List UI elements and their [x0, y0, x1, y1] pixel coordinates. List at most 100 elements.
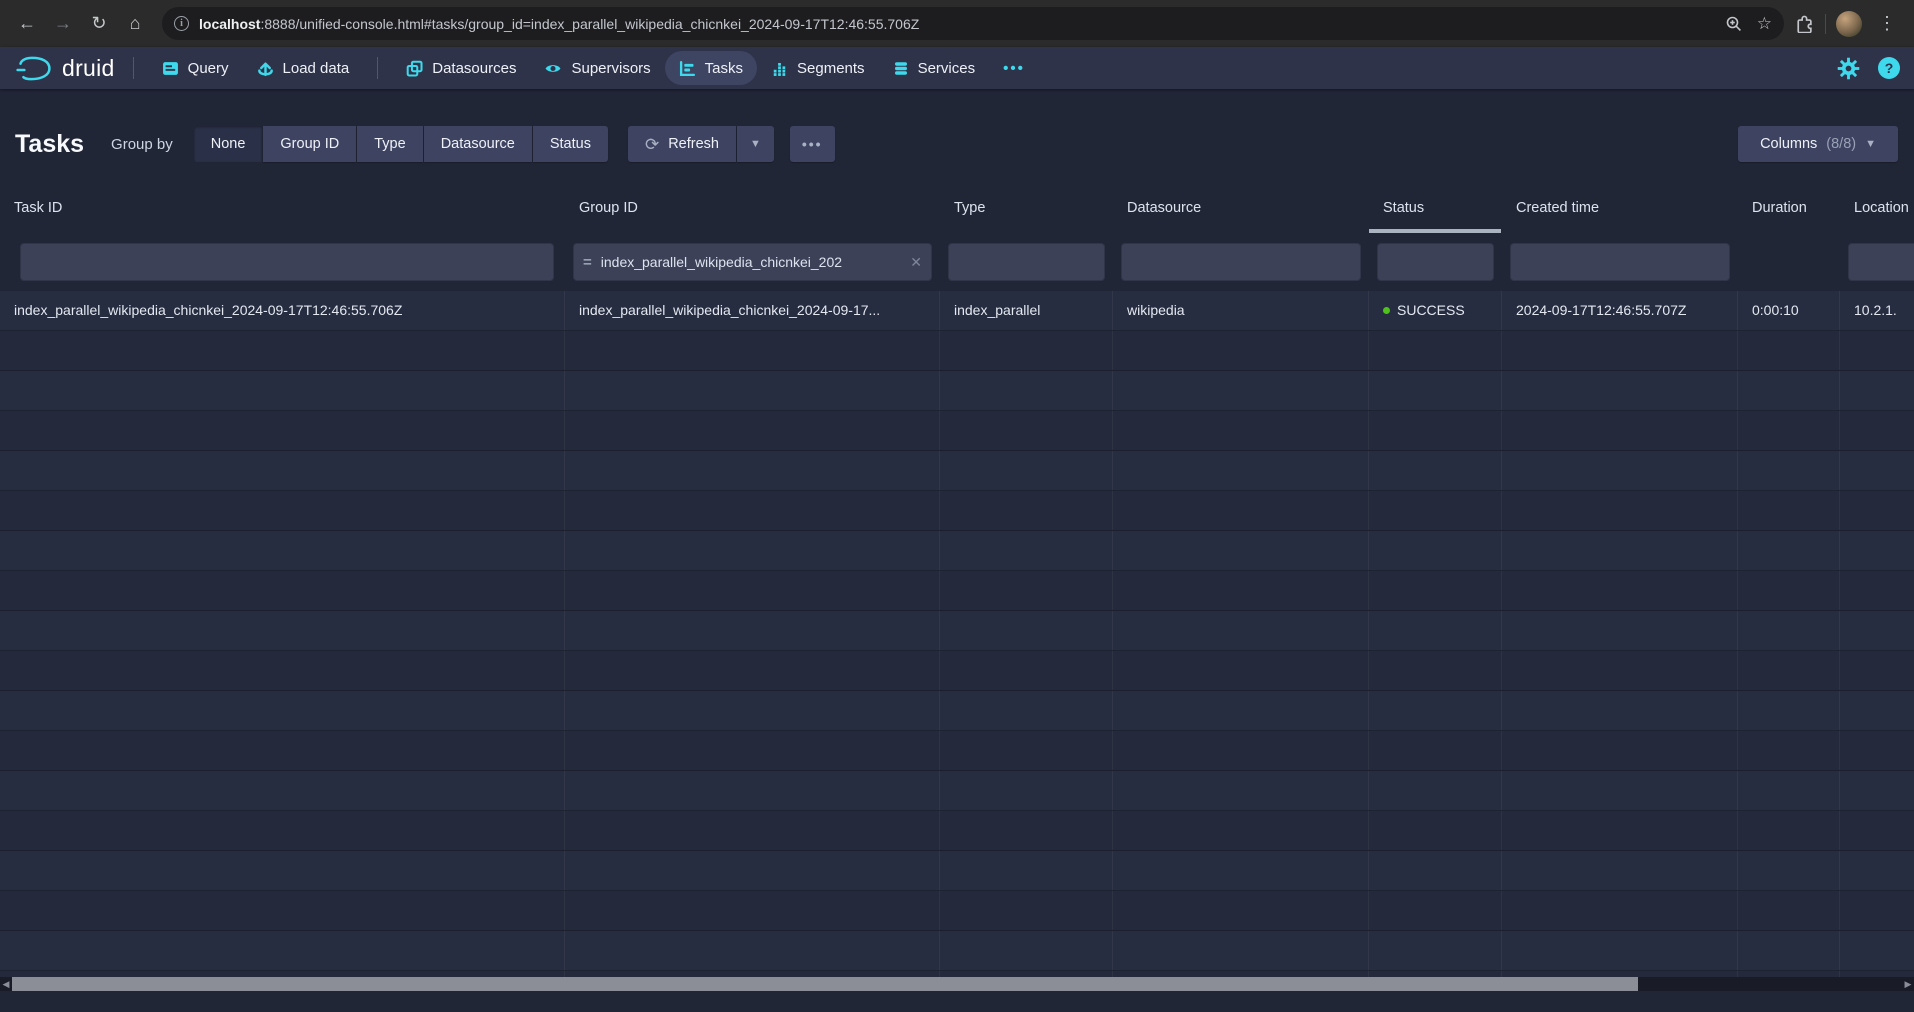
- cell-type: [940, 931, 1113, 970]
- zoom-icon[interactable]: [1725, 15, 1743, 33]
- cell-group_id: [565, 451, 940, 490]
- column-header-location[interactable]: Location: [1840, 188, 1914, 233]
- cell-datasource: [1113, 491, 1369, 530]
- group-by-group-id-button[interactable]: Group ID: [263, 126, 356, 162]
- cell-duration: [1738, 651, 1840, 690]
- more-actions-button[interactable]: •••: [790, 126, 835, 162]
- nav-item-segments[interactable]: Segments: [757, 51, 879, 85]
- site-info-icon[interactable]: i: [174, 16, 189, 31]
- cell-status: [1369, 651, 1502, 690]
- scrollbar-thumb[interactable]: [12, 977, 1638, 991]
- cell-duration: 0:00:10: [1738, 291, 1840, 330]
- filter-input-created_time[interactable]: [1510, 243, 1730, 281]
- filter-input-type[interactable]: [948, 243, 1105, 281]
- filter-input-location[interactable]: [1848, 243, 1914, 281]
- console-icon: [162, 60, 179, 77]
- browser-forward-icon[interactable]: →: [48, 9, 78, 39]
- nav-item-supervisors[interactable]: Supervisors: [530, 51, 664, 85]
- druid-logo[interactable]: druid: [14, 55, 119, 82]
- nav-item-tasks[interactable]: Tasks: [665, 51, 757, 85]
- nav-item-query[interactable]: Query: [148, 51, 243, 85]
- clear-filter-icon[interactable]: ✕: [910, 254, 922, 271]
- cell-group_id: [565, 411, 940, 450]
- profile-avatar[interactable]: [1836, 11, 1862, 37]
- empty-row: [0, 651, 1914, 691]
- cell-task_id: [0, 771, 565, 810]
- horizontal-scrollbar[interactable]: ◀ ▶: [0, 977, 1914, 991]
- filter-cell-type: [940, 233, 1113, 291]
- filter-input-task_id[interactable]: [20, 243, 554, 281]
- cell-duration: [1738, 691, 1840, 730]
- cell-type: [940, 611, 1113, 650]
- scrollbar-track[interactable]: [1638, 977, 1902, 991]
- cell-duration: [1738, 811, 1840, 850]
- url-text[interactable]: localhost:8888/unified-console.html#task…: [199, 16, 1715, 32]
- nav-item-services[interactable]: Services: [879, 51, 990, 85]
- browser-home-icon[interactable]: ⌂: [120, 9, 150, 39]
- cell-datasource: [1113, 451, 1369, 490]
- cell-status: [1369, 771, 1502, 810]
- browser-back-icon[interactable]: ←: [12, 9, 42, 39]
- refresh-button[interactable]: ⟳ Refresh: [628, 126, 736, 162]
- filter-cell-datasource: [1113, 233, 1369, 291]
- settings-gear-icon[interactable]: [1837, 57, 1860, 80]
- address-bar[interactable]: i localhost:8888/unified-console.html#ta…: [162, 7, 1784, 40]
- columns-dropdown-button[interactable]: Columns (8/8) ▼: [1738, 126, 1898, 162]
- cell-location: [1840, 891, 1914, 930]
- cell-status: [1369, 331, 1502, 370]
- nav-item-label: Segments: [797, 60, 865, 77]
- nav-item-load-data[interactable]: Load data: [243, 51, 364, 85]
- app-header: druid Query Load data Datasources Superv…: [0, 47, 1914, 89]
- nav-more-button[interactable]: •••: [989, 51, 1039, 85]
- nav-item-label: Tasks: [705, 60, 743, 77]
- help-icon[interactable]: ?: [1878, 57, 1900, 79]
- cell-location: 10.2.1.: [1840, 291, 1914, 330]
- filter-input-status[interactable]: [1377, 243, 1494, 281]
- cell-status: [1369, 691, 1502, 730]
- column-header-task_id[interactable]: Task ID: [0, 188, 565, 233]
- cell-status: [1369, 731, 1502, 770]
- chevron-down-icon: ▼: [750, 138, 761, 150]
- cell-type: [940, 691, 1113, 730]
- filter-cell-group_id: =index_parallel_wikipedia_chicnkei_202✕: [565, 233, 940, 291]
- group-by-datasource-button[interactable]: Datasource: [424, 126, 532, 162]
- cell-duration: [1738, 331, 1840, 370]
- bookmark-star-icon[interactable]: ☆: [1757, 14, 1772, 34]
- group-by-type-button[interactable]: Type: [357, 126, 422, 162]
- group-by-none-button[interactable]: None: [194, 126, 263, 162]
- column-header-duration[interactable]: Duration: [1738, 188, 1840, 233]
- nav-item-datasources[interactable]: Datasources: [392, 51, 530, 85]
- browser-reload-icon[interactable]: ↻: [84, 9, 114, 39]
- cell-status: [1369, 611, 1502, 650]
- cell-group_id: [565, 771, 940, 810]
- column-header-label: Task ID: [14, 200, 62, 216]
- browser-menu-icon[interactable]: ⋮: [1872, 9, 1902, 39]
- scroll-right-icon[interactable]: ▶: [1902, 977, 1914, 991]
- column-header-created_time[interactable]: Created time: [1502, 188, 1738, 233]
- column-header-datasource[interactable]: Datasource: [1113, 188, 1369, 233]
- cell-location: [1840, 931, 1914, 970]
- cell-task_id: [0, 931, 565, 970]
- scroll-left-icon[interactable]: ◀: [0, 977, 12, 991]
- cell-status: [1369, 531, 1502, 570]
- task-row[interactable]: index_parallel_wikipedia_chicnkei_2024-0…: [0, 291, 1914, 331]
- column-header-status[interactable]: Status: [1369, 188, 1502, 233]
- cell-group_id: [565, 731, 940, 770]
- cell-datasource: [1113, 651, 1369, 690]
- cell-task_id: [0, 891, 565, 930]
- empty-row: [0, 851, 1914, 891]
- extensions-icon[interactable]: [1796, 14, 1815, 33]
- nav-item-label: Supervisors: [571, 60, 650, 77]
- column-header-type[interactable]: Type: [940, 188, 1113, 233]
- cell-duration: [1738, 371, 1840, 410]
- group-by-status-button[interactable]: Status: [533, 126, 608, 162]
- cell-datasource: [1113, 531, 1369, 570]
- filter-match-icon: =: [583, 254, 592, 271]
- cell-location: [1840, 651, 1914, 690]
- refresh-interval-dropdown-button[interactable]: ▼: [737, 126, 774, 162]
- filter-input-group_id[interactable]: =index_parallel_wikipedia_chicnkei_202✕: [573, 243, 932, 281]
- cell-created_time: [1502, 371, 1738, 410]
- column-header-group_id[interactable]: Group ID: [565, 188, 940, 233]
- cell-duration: [1738, 971, 1840, 977]
- filter-input-datasource[interactable]: [1121, 243, 1361, 281]
